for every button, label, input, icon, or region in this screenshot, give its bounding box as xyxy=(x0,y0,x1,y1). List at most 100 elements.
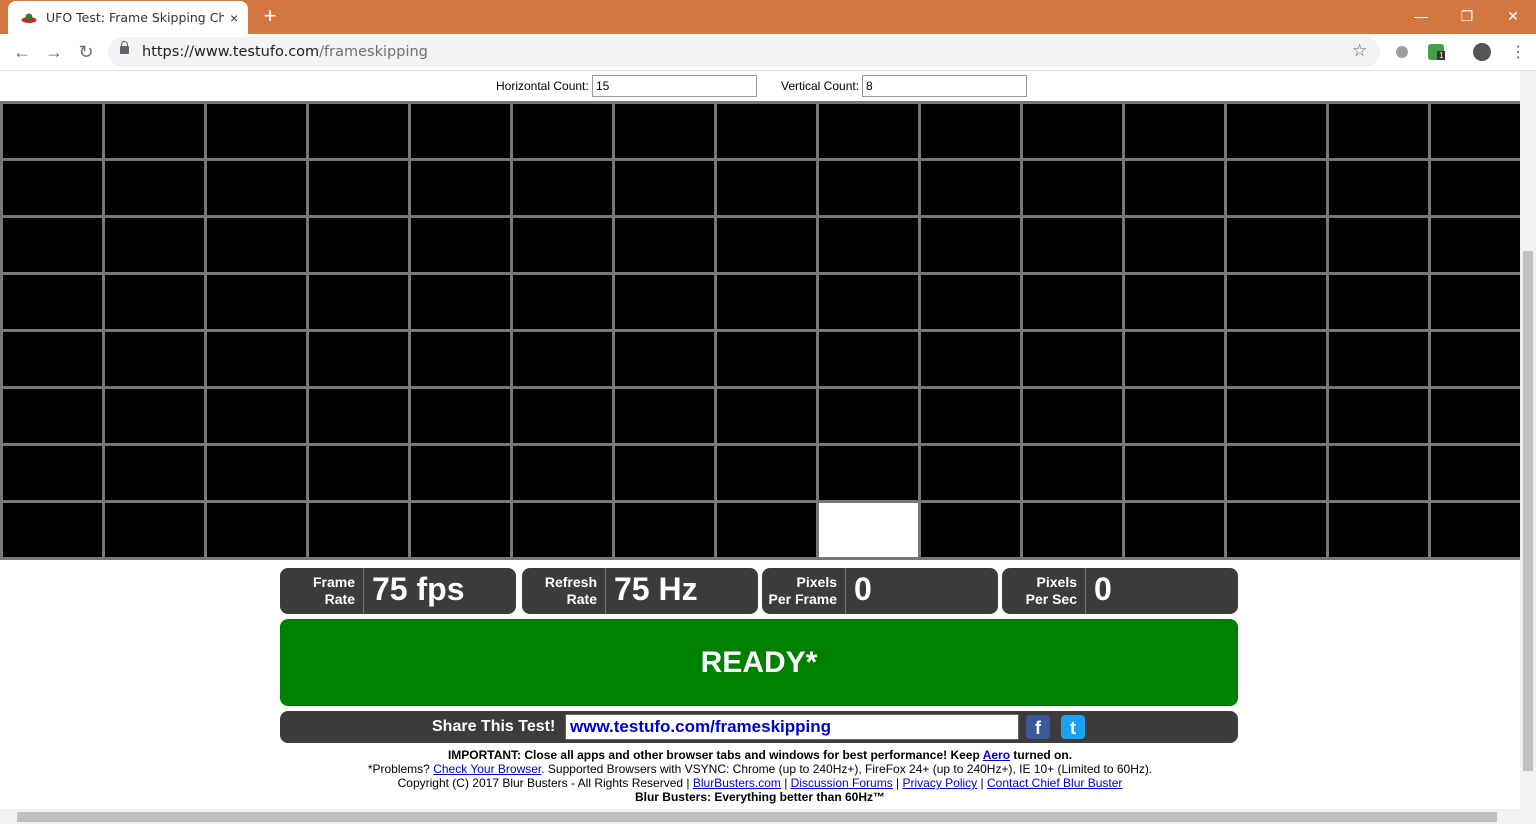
grid-cell xyxy=(1125,332,1224,386)
close-window-icon[interactable]: ✕ xyxy=(1490,3,1536,31)
facebook-icon[interactable]: f xyxy=(1026,715,1050,739)
grid-cell xyxy=(1431,161,1520,215)
grid-cell xyxy=(207,503,306,557)
grid-cell xyxy=(1023,275,1122,329)
grid-cell xyxy=(1227,218,1326,272)
grid-cell xyxy=(513,332,612,386)
grid-cell xyxy=(3,275,102,329)
back-arrow-icon[interactable]: ← xyxy=(10,40,34,64)
horizontal-count-input[interactable] xyxy=(592,75,757,97)
grid-cell xyxy=(513,446,612,500)
avatar[interactable] xyxy=(1473,43,1491,61)
shield-extension-icon[interactable]: 1 xyxy=(1428,44,1446,60)
status-banner: READY* xyxy=(280,619,1238,706)
grid-cell xyxy=(1329,218,1428,272)
grid-cell xyxy=(921,275,1020,329)
grid-cell xyxy=(513,389,612,443)
grid-cell xyxy=(921,218,1020,272)
minimize-icon[interactable]: — xyxy=(1398,3,1444,31)
grid-cell xyxy=(1023,446,1122,500)
grid-cell xyxy=(309,389,408,443)
grid-cell xyxy=(309,275,408,329)
footer: IMPORTANT: Close all apps and other brow… xyxy=(367,748,1153,804)
grid-cell xyxy=(411,503,510,557)
grid-cell xyxy=(1023,161,1122,215)
grid-cell xyxy=(615,503,714,557)
grid-cell xyxy=(513,161,612,215)
grid-cell xyxy=(615,332,714,386)
grid-cell xyxy=(615,161,714,215)
grid-cell xyxy=(3,218,102,272)
grid-cell xyxy=(3,446,102,500)
grid-cell xyxy=(207,218,306,272)
grid-cell xyxy=(411,446,510,500)
grid-cell xyxy=(411,218,510,272)
new-tab-button[interactable]: + xyxy=(258,5,282,29)
grid-cell xyxy=(1125,503,1224,557)
check-browser-link[interactable]: Check Your Browser xyxy=(433,762,541,776)
pixels-per-sec-label: Pixels Per Sec xyxy=(1002,568,1086,614)
forward-arrow-icon[interactable]: → xyxy=(42,40,66,64)
grid-cell xyxy=(105,161,204,215)
grid-cell xyxy=(1227,503,1326,557)
blurbusters-link[interactable]: BlurBusters.com xyxy=(693,776,781,790)
address-bar[interactable]: https://www.testufo.com/frameskipping ☆ xyxy=(108,37,1380,67)
grid-cell xyxy=(1227,332,1326,386)
forums-link[interactable]: Discussion Forums xyxy=(791,776,893,790)
grid-cell xyxy=(105,503,204,557)
frame-rate-stat: Frame Rate 75 fps xyxy=(280,568,516,614)
page-content: Horizontal Count: Vertical Count: FrameR… xyxy=(0,71,1520,809)
grid-cell xyxy=(819,275,918,329)
grid-cell xyxy=(615,275,714,329)
grid-cell xyxy=(105,446,204,500)
aero-link[interactable]: Aero xyxy=(983,748,1010,762)
pixels-per-frame-value: 0 xyxy=(854,571,872,607)
grid-cell xyxy=(717,503,816,557)
grid-cell xyxy=(105,389,204,443)
grid-cell xyxy=(411,275,510,329)
grid-cell xyxy=(1125,389,1224,443)
grid-cell xyxy=(1125,161,1224,215)
grid-cell xyxy=(105,104,204,158)
frame-rate-label: Frame Rate xyxy=(280,568,364,614)
grid-cell xyxy=(1023,218,1122,272)
grid-cell xyxy=(1431,104,1520,158)
reload-icon[interactable]: ↻ xyxy=(74,40,98,64)
grid-cell xyxy=(717,218,816,272)
grid-cell xyxy=(717,446,816,500)
privacy-link[interactable]: Privacy Policy xyxy=(903,776,978,790)
restore-icon[interactable]: ❐ xyxy=(1444,3,1490,31)
share-url-input[interactable] xyxy=(565,714,1019,740)
grid-cell xyxy=(207,104,306,158)
grid-cell xyxy=(615,218,714,272)
vertical-scrollbar[interactable] xyxy=(1520,71,1536,809)
ufo-favicon-icon xyxy=(21,11,37,25)
grid-cell xyxy=(1329,104,1428,158)
vertical-count-input[interactable] xyxy=(862,75,1027,97)
twitter-icon[interactable]: t xyxy=(1061,715,1085,739)
extension-icon[interactable] xyxy=(1396,46,1408,58)
tab-close-icon[interactable]: × xyxy=(230,10,238,26)
count-controls: Horizontal Count: Vertical Count: xyxy=(0,75,1520,99)
horizontal-scrollbar[interactable] xyxy=(0,809,1536,824)
grid-cell xyxy=(513,503,612,557)
contact-link[interactable]: Contact Chief Blur Buster xyxy=(987,776,1122,790)
grid-cell xyxy=(1329,389,1428,443)
grid-cell xyxy=(819,104,918,158)
grid-cell xyxy=(1431,275,1520,329)
menu-dots-icon[interactable]: ⋮ xyxy=(1510,42,1526,62)
grid-cell xyxy=(921,389,1020,443)
browser-tab[interactable]: UFO Test: Frame Skipping Checker × xyxy=(8,1,248,34)
grid-cell xyxy=(3,503,102,557)
grid-cell xyxy=(615,389,714,443)
grid-cell xyxy=(207,332,306,386)
grid-cell xyxy=(1431,218,1520,272)
grid-cell xyxy=(1227,161,1326,215)
grid-cell xyxy=(3,389,102,443)
grid-cell xyxy=(717,104,816,158)
grid-cell xyxy=(717,332,816,386)
grid-cell xyxy=(207,275,306,329)
frame-grid xyxy=(0,101,1520,560)
bookmark-star-icon[interactable]: ☆ xyxy=(1352,41,1367,61)
grid-cell xyxy=(207,389,306,443)
